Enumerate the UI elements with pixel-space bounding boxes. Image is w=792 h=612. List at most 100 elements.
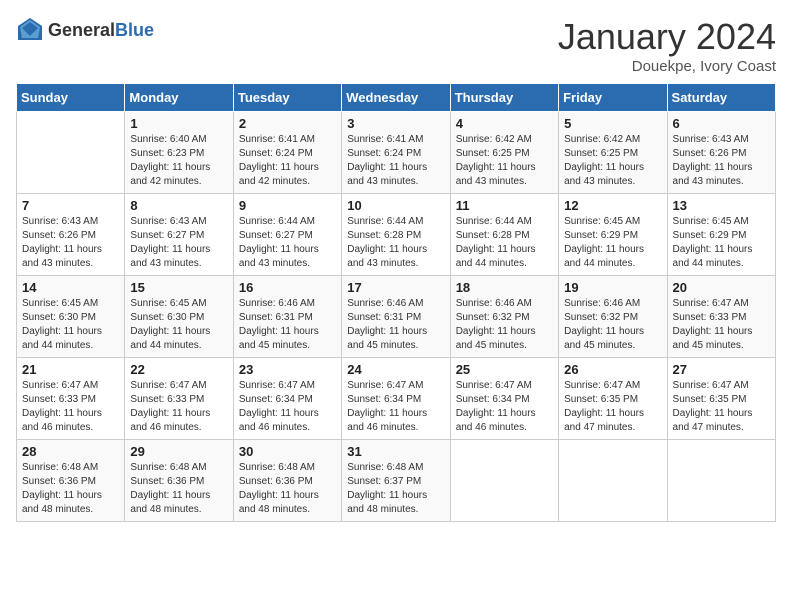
day-detail: Sunrise: 6:42 AMSunset: 6:25 PMDaylight:… (564, 133, 661, 189)
day-detail: Sunrise: 6:47 AMSunset: 6:34 PMDaylight:… (239, 379, 336, 435)
day-detail: Sunrise: 6:48 AMSunset: 6:36 PMDaylight:… (130, 461, 227, 517)
calendar-cell: 26Sunrise: 6:47 AMSunset: 6:35 PMDayligh… (559, 358, 667, 440)
day-number: 2 (239, 116, 336, 131)
day-detail: Sunrise: 6:48 AMSunset: 6:37 PMDaylight:… (347, 461, 444, 517)
calendar-cell: 11 Sunrise: 6:44 AMSunset: 6:28 PMDayligh… (450, 194, 558, 276)
day-number: 28 (22, 444, 119, 459)
day-number: 30 (239, 444, 336, 459)
calendar-cell: 25Sunrise: 6:47 AMSunset: 6:34 PMDayligh… (450, 358, 558, 440)
day-detail: Sunrise: 6:47 AMSunset: 6:33 PMDaylight:… (130, 379, 227, 435)
weekday-header-monday: Monday (125, 84, 233, 112)
calendar-cell (17, 112, 125, 194)
day-detail: Sunrise: 6:44 AMSunset: 6:27 PMDaylight:… (239, 215, 336, 271)
calendar-cell (559, 440, 667, 522)
day-detail: Sunrise: 6:41 AMSunset: 6:24 PMDaylight:… (239, 133, 336, 189)
day-number: 3 (347, 116, 444, 131)
weekday-header-thursday: Thursday (450, 84, 558, 112)
day-number: 19 (564, 280, 661, 295)
location-subtitle: Douekpe, Ivory Coast (558, 58, 776, 75)
calendar-cell (450, 440, 558, 522)
day-number: 12 (564, 198, 661, 213)
calendar-week-row: 28 Sunrise: 6:48 AMSunset: 6:36 PMDayligh… (17, 440, 776, 522)
day-detail: Sunrise: 6:46 AMSunset: 6:32 PMDaylight:… (456, 297, 553, 353)
calendar-cell: 30 Sunrise: 6:48 AMSunset: 6:36 PMDayligh… (233, 440, 341, 522)
weekday-header-row: SundayMondayTuesdayWednesdayThursdayFrid… (17, 84, 776, 112)
calendar-week-row: 1 Sunrise: 6:40 AMSunset: 6:23 PMDaylight… (17, 112, 776, 194)
day-number: 10 (347, 198, 444, 213)
calendar-cell: 29 Sunrise: 6:48 AMSunset: 6:36 PMDayligh… (125, 440, 233, 522)
day-detail: Sunrise: 6:46 AMSunset: 6:31 PMDaylight:… (239, 297, 336, 353)
day-detail: Sunrise: 6:47 AMSunset: 6:34 PMDaylight:… (347, 379, 444, 435)
calendar-cell: 5Sunrise: 6:42 AMSunset: 6:25 PMDaylight… (559, 112, 667, 194)
calendar-cell: 20 Sunrise: 6:47 AMSunset: 6:33 PMDayligh… (667, 276, 775, 358)
logo-text: GeneralBlue (48, 20, 154, 41)
calendar-cell: 24 Sunrise: 6:47 AMSunset: 6:34 PMDayligh… (342, 358, 450, 440)
day-number: 22 (130, 362, 227, 377)
day-number: 25 (456, 362, 553, 377)
weekday-header-saturday: Saturday (667, 84, 775, 112)
weekday-header-tuesday: Tuesday (233, 84, 341, 112)
day-detail: Sunrise: 6:47 AMSunset: 6:33 PMDaylight:… (22, 379, 119, 435)
calendar-cell: 18 Sunrise: 6:46 AMSunset: 6:32 PMDayligh… (450, 276, 558, 358)
day-detail: Sunrise: 6:44 AMSunset: 6:28 PMDaylight:… (456, 215, 553, 271)
day-number: 1 (130, 116, 227, 131)
calendar-cell: 16Sunrise: 6:46 AMSunset: 6:31 PMDayligh… (233, 276, 341, 358)
calendar-cell: 19Sunrise: 6:46 AMSunset: 6:32 PMDayligh… (559, 276, 667, 358)
day-number: 21 (22, 362, 119, 377)
day-detail: Sunrise: 6:43 AMSunset: 6:26 PMDaylight:… (673, 133, 770, 189)
day-detail: Sunrise: 6:45 AMSunset: 6:29 PMDaylight:… (673, 215, 770, 271)
weekday-header-sunday: Sunday (17, 84, 125, 112)
day-number: 7 (22, 198, 119, 213)
day-detail: Sunrise: 6:48 AMSunset: 6:36 PMDaylight:… (22, 461, 119, 517)
day-detail: Sunrise: 6:43 AMSunset: 6:27 PMDaylight:… (130, 215, 227, 271)
calendar-cell: 13 Sunrise: 6:45 AMSunset: 6:29 PMDayligh… (667, 194, 775, 276)
day-detail: Sunrise: 6:47 AMSunset: 6:33 PMDaylight:… (673, 297, 770, 353)
day-number: 29 (130, 444, 227, 459)
day-number: 24 (347, 362, 444, 377)
day-number: 23 (239, 362, 336, 377)
calendar-cell: 3 Sunrise: 6:41 AMSunset: 6:24 PMDaylight… (342, 112, 450, 194)
day-detail: Sunrise: 6:45 AMSunset: 6:30 PMDaylight:… (22, 297, 119, 353)
calendar-table: SundayMondayTuesdayWednesdayThursdayFrid… (16, 83, 776, 522)
day-detail: Sunrise: 6:48 AMSunset: 6:36 PMDaylight:… (239, 461, 336, 517)
calendar-week-row: 21 Sunrise: 6:47 AMSunset: 6:33 PMDayligh… (17, 358, 776, 440)
day-number: 4 (456, 116, 553, 131)
calendar-cell: 10Sunrise: 6:44 AMSunset: 6:28 PMDayligh… (342, 194, 450, 276)
day-number: 6 (673, 116, 770, 131)
day-detail: Sunrise: 6:40 AMSunset: 6:23 PMDaylight:… (130, 133, 227, 189)
weekday-header-wednesday: Wednesday (342, 84, 450, 112)
logo-blue: Blue (115, 20, 154, 40)
calendar-cell: 21 Sunrise: 6:47 AMSunset: 6:33 PMDayligh… (17, 358, 125, 440)
title-block: January 2024 Douekpe, Ivory Coast (558, 16, 776, 75)
calendar-cell: 9 Sunrise: 6:44 AMSunset: 6:27 PMDaylight… (233, 194, 341, 276)
page-header: GeneralBlue January 2024 Douekpe, Ivory … (16, 16, 776, 75)
day-detail: Sunrise: 6:41 AMSunset: 6:24 PMDaylight:… (347, 133, 444, 189)
logo: GeneralBlue (16, 16, 154, 44)
calendar-cell: 15Sunrise: 6:45 AMSunset: 6:30 PMDayligh… (125, 276, 233, 358)
calendar-cell: 17Sunrise: 6:46 AMSunset: 6:31 PMDayligh… (342, 276, 450, 358)
day-detail: Sunrise: 6:43 AMSunset: 6:26 PMDaylight:… (22, 215, 119, 271)
day-number: 9 (239, 198, 336, 213)
day-number: 13 (673, 198, 770, 213)
day-number: 18 (456, 280, 553, 295)
calendar-cell: 1 Sunrise: 6:40 AMSunset: 6:23 PMDaylight… (125, 112, 233, 194)
day-number: 26 (564, 362, 661, 377)
day-number: 31 (347, 444, 444, 459)
calendar-cell: 6 Sunrise: 6:43 AMSunset: 6:26 PMDaylight… (667, 112, 775, 194)
day-detail: Sunrise: 6:42 AMSunset: 6:25 PMDaylight:… (456, 133, 553, 189)
calendar-cell (667, 440, 775, 522)
calendar-week-row: 7 Sunrise: 6:43 AMSunset: 6:26 PMDaylight… (17, 194, 776, 276)
day-detail: Sunrise: 6:45 AMSunset: 6:30 PMDaylight:… (130, 297, 227, 353)
day-number: 8 (130, 198, 227, 213)
day-number: 11 (456, 198, 553, 213)
calendar-cell: 7 Sunrise: 6:43 AMSunset: 6:26 PMDaylight… (17, 194, 125, 276)
month-title: January 2024 (558, 16, 776, 58)
day-number: 27 (673, 362, 770, 377)
logo-icon (16, 16, 44, 44)
day-number: 17 (347, 280, 444, 295)
calendar-cell: 28 Sunrise: 6:48 AMSunset: 6:36 PMDayligh… (17, 440, 125, 522)
day-number: 20 (673, 280, 770, 295)
calendar-cell: 31 Sunrise: 6:48 AMSunset: 6:37 PMDayligh… (342, 440, 450, 522)
day-number: 14 (22, 280, 119, 295)
calendar-cell: 27Sunrise: 6:47 AMSunset: 6:35 PMDayligh… (667, 358, 775, 440)
